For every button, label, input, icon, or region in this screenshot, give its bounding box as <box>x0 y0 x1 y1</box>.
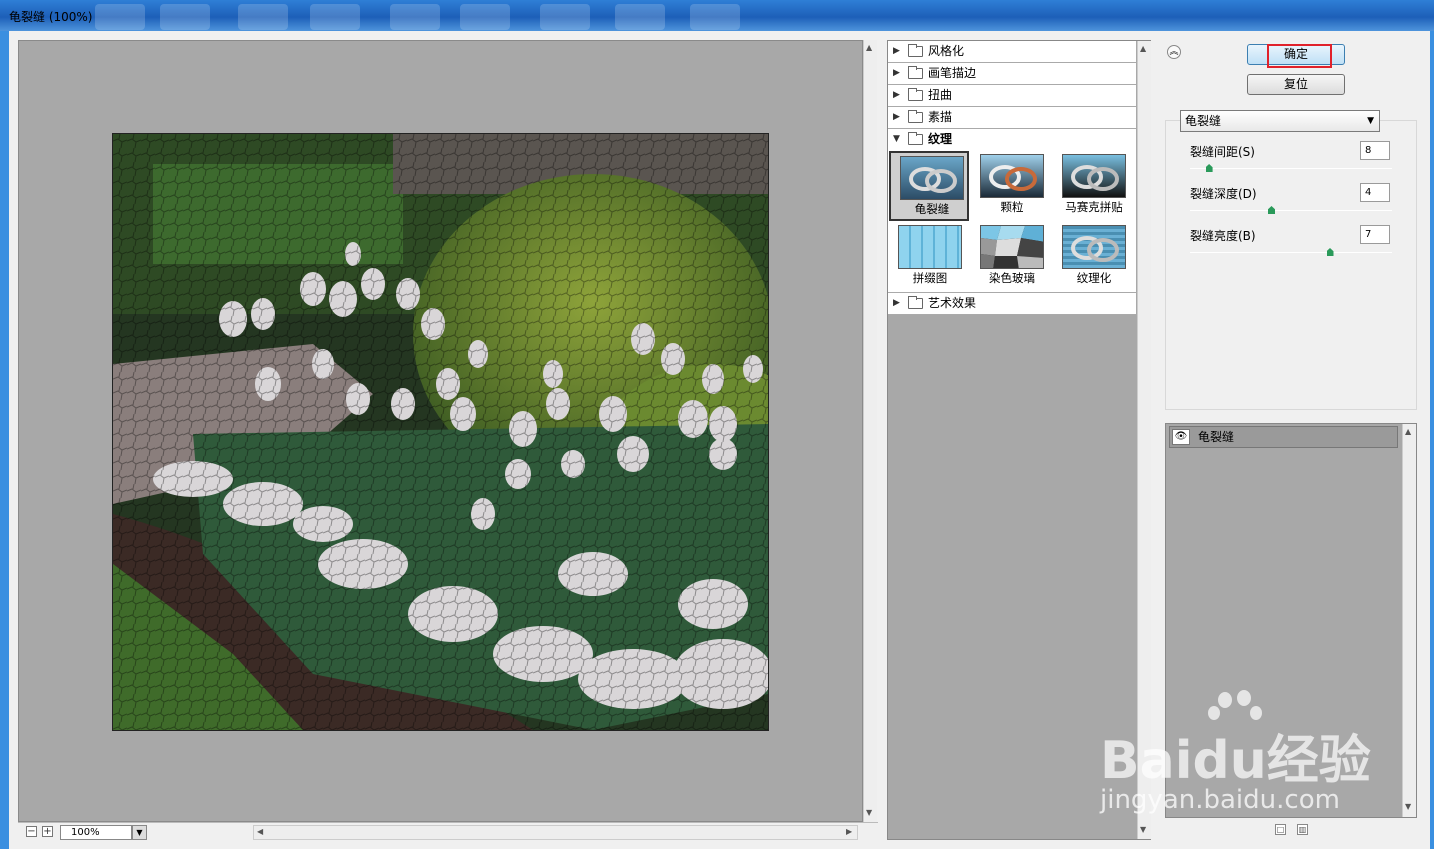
scroll-up-arrow-icon[interactable]: ▲ <box>1405 427 1411 436</box>
thumbnail-image <box>980 225 1044 269</box>
chevron-down-icon: ▼ <box>1367 116 1374 126</box>
window-title: 龟裂缝 (100%) <box>9 10 93 24</box>
thumbnail-image <box>1062 154 1126 198</box>
folder-icon <box>908 296 923 309</box>
category-artistic[interactable]: ▶ 艺术效果 <box>888 293 1136 315</box>
watermark-url: jingyan.baidu.com <box>1100 785 1340 815</box>
new-layer-icon[interactable]: □ <box>1275 824 1286 835</box>
category-distort[interactable]: ▶ 扭曲 <box>888 85 1136 107</box>
reset-button[interactable]: 复位 <box>1247 74 1345 95</box>
expand-triangle-icon[interactable]: ▶ <box>893 41 900 62</box>
paw-logo-icon <box>1237 690 1251 706</box>
scroll-left-arrow-icon[interactable]: ◀ <box>257 827 263 836</box>
thumb-texturizer[interactable]: 纹理化 <box>1053 222 1133 292</box>
category-texture[interactable]: ▼ 纹理 <box>888 129 1136 151</box>
open-folder-icon <box>908 132 923 145</box>
thumbnail-image <box>898 225 962 269</box>
scroll-down-arrow-icon[interactable]: ▼ <box>1140 825 1146 834</box>
preview-image-art <box>113 134 768 730</box>
folder-icon <box>908 44 923 57</box>
filter-settings-panel <box>1165 120 1417 410</box>
effect-layer-row[interactable]: 👁 龟裂缝 <box>1169 426 1398 448</box>
expand-triangle-icon[interactable]: ▶ <box>893 85 900 106</box>
thumbnail-image <box>1062 225 1126 269</box>
crack-depth-input[interactable]: 4 <box>1360 183 1390 202</box>
expand-triangle-icon[interactable]: ▶ <box>893 107 900 128</box>
stained-glass-art-icon <box>981 226 1043 268</box>
crack-brightness-input[interactable]: 7 <box>1360 225 1390 244</box>
thumbnail-image <box>900 156 964 200</box>
thumb-grain[interactable]: 颗粒 <box>971 151 1051 221</box>
scroll-up-arrow-icon[interactable]: ▲ <box>1140 44 1146 53</box>
baidu-watermark: Baidu经验 jingyan.baidu.com <box>1100 690 1400 820</box>
scroll-right-arrow-icon[interactable]: ▶ <box>846 827 852 836</box>
title-bar: 龟裂缝 (100%) <box>0 0 1434 31</box>
folder-icon <box>908 66 923 79</box>
crack-spacing-slider[interactable] <box>1190 168 1392 169</box>
taskbar-ghost-icon <box>95 4 145 30</box>
highlight-box <box>1267 44 1332 68</box>
zoom-level-field[interactable]: 100% <box>60 825 132 840</box>
thumb-craquelure[interactable]: 龟裂缝 <box>889 151 969 221</box>
watermark-brand: Baidu经验 <box>1100 731 1371 791</box>
layers-scrollbar[interactable]: ▲ ▼ <box>1402 424 1416 817</box>
thumb-stained-glass[interactable]: 染色玻璃 <box>971 222 1051 292</box>
knot-art-icon <box>1071 165 1119 191</box>
scroll-down-arrow-icon[interactable]: ▼ <box>1405 802 1411 811</box>
texture-thumbnails: 龟裂缝 颗粒 马赛克拼贴 拼缀图 染色玻璃 纹理化 <box>888 150 1136 293</box>
taskbar-ghost-icon <box>160 4 210 30</box>
collapse-triangle-icon[interactable]: ▼ <box>893 129 900 150</box>
paw-logo-icon <box>1218 692 1232 708</box>
thumb-mosaic-tiles[interactable]: 马赛克拼贴 <box>1053 151 1133 221</box>
category-stylize[interactable]: ▶ 风格化 <box>888 41 1136 63</box>
expand-triangle-icon[interactable]: ▶ <box>893 63 900 84</box>
knot-art-icon <box>989 165 1037 191</box>
crack-spacing-input[interactable]: 8 <box>1360 141 1390 160</box>
scroll-up-arrow-icon[interactable]: ▲ <box>866 43 872 52</box>
taskbar-ghost-icon <box>460 4 510 30</box>
taskbar-ghost-icon <box>390 4 440 30</box>
zoom-in-button[interactable]: + <box>42 826 53 837</box>
taskbar-ghost-icon <box>615 4 665 30</box>
trash-icon[interactable]: ▥ <box>1297 824 1308 835</box>
eye-icon[interactable]: 👁 <box>1172 429 1190 445</box>
expand-triangle-icon[interactable]: ▶ <box>893 293 900 314</box>
taskbar-ghost-icon <box>310 4 360 30</box>
crack-brightness-slider[interactable] <box>1190 252 1392 253</box>
crack-depth-slider[interactable] <box>1190 210 1392 211</box>
thumb-patchwork[interactable]: 拼缀图 <box>889 222 969 292</box>
category-brush-strokes[interactable]: ▶ 画笔描边 <box>888 63 1136 85</box>
folder-icon <box>908 110 923 123</box>
scroll-down-arrow-icon[interactable]: ▼ <box>866 808 872 817</box>
preview-image[interactable] <box>112 133 769 731</box>
knot-art-icon <box>1071 236 1119 262</box>
category-sketch[interactable]: ▶ 素描 <box>888 107 1136 129</box>
taskbar-ghost-icon <box>540 4 590 30</box>
zoom-dropdown-arrow-icon[interactable]: ▼ <box>132 825 147 840</box>
preview-bottom-bar: − + 100% ▼ ◀ ▶ <box>18 822 878 840</box>
preview-horizontal-scrollbar[interactable]: ◀ ▶ <box>253 825 858 840</box>
zoom-out-button[interactable]: − <box>26 826 37 837</box>
knot-art-icon <box>909 167 957 193</box>
preview-vertical-scrollbar[interactable]: ▲ ▼ <box>863 40 877 822</box>
thumbnail-image <box>980 154 1044 198</box>
taskbar-ghost-icon <box>238 4 288 30</box>
taskbar-ghost-icon <box>690 4 740 30</box>
collapse-gallery-icon[interactable]: ︽ <box>1167 45 1181 59</box>
filter-select[interactable]: 龟裂缝 ▼ <box>1180 110 1380 132</box>
folder-icon <box>908 88 923 101</box>
